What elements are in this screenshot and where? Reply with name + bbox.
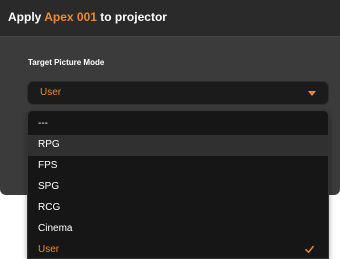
picture-mode-select[interactable]: User bbox=[27, 81, 329, 105]
option-label: Cinema bbox=[38, 223, 73, 234]
option-label: FPS bbox=[38, 160, 58, 171]
option-label: --- bbox=[38, 118, 48, 129]
title-preset-name: Apex 001 bbox=[44, 10, 97, 24]
option-user[interactable]: User bbox=[28, 240, 328, 258]
title-prefix: Apply bbox=[8, 10, 45, 24]
select-value: User bbox=[40, 87, 62, 98]
picture-mode-dropdown-list: --- RPG FPS SPG RCG Cinema User bbox=[27, 110, 329, 259]
chevron-down-icon bbox=[308, 91, 316, 96]
title-suffix: to projector bbox=[96, 10, 167, 24]
option-label: RPG bbox=[38, 139, 60, 150]
option-spg[interactable]: SPG bbox=[28, 177, 328, 198]
option-label: SPG bbox=[38, 181, 60, 192]
option-label: User bbox=[38, 244, 60, 255]
option-cinema[interactable]: Cinema bbox=[28, 219, 328, 240]
target-picture-mode-label: Target Picture Mode bbox=[28, 58, 105, 67]
option-rpg[interactable]: RPG bbox=[28, 135, 328, 156]
option-label: RCG bbox=[38, 202, 61, 213]
option-rcg[interactable]: RCG bbox=[28, 198, 328, 219]
option-placeholder[interactable]: --- bbox=[28, 114, 328, 135]
option-fps[interactable]: FPS bbox=[28, 156, 328, 177]
apply-to-projector-screen: Apply Apex 001 to projector Target Pictu… bbox=[0, 0, 340, 259]
dialog-header: Apply Apex 001 to projector bbox=[0, 0, 340, 37]
check-icon bbox=[305, 245, 314, 253]
dialog-title: Apply Apex 001 to projector bbox=[8, 10, 167, 24]
